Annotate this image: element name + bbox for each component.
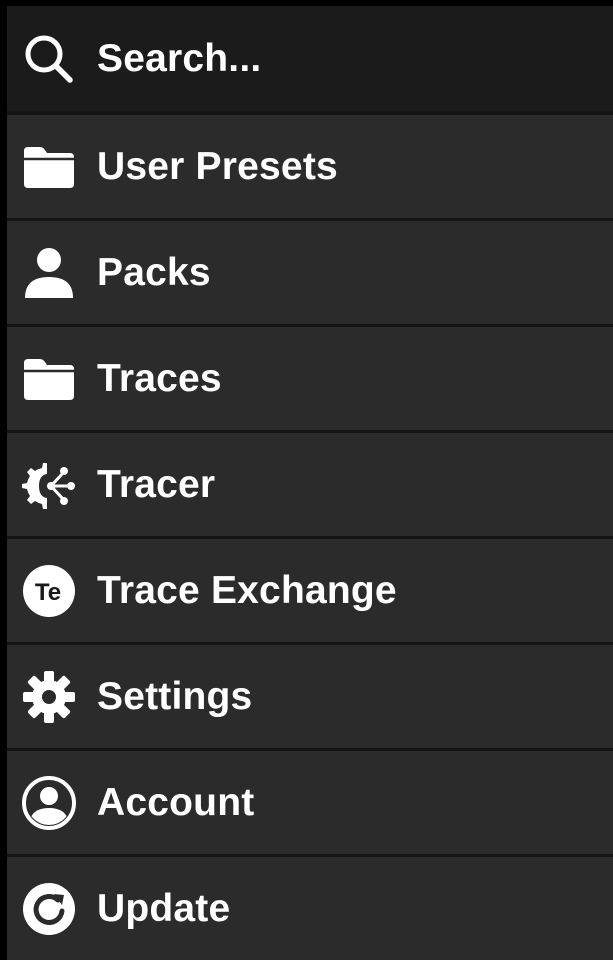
menu-item-packs[interactable]: Packs [7, 221, 613, 324]
menu-item-settings[interactable]: Settings [7, 645, 613, 748]
menu-item-label: Tracer [97, 462, 216, 506]
user-icon [20, 244, 78, 302]
menu-item-label: User Presets [97, 144, 338, 188]
folder-icon [20, 138, 78, 196]
menu-item-account[interactable]: Account [7, 751, 613, 854]
menu-item-label: Traces [97, 356, 222, 400]
menu-item-trace-exchange[interactable]: Te Trace Exchange [7, 539, 613, 642]
menu-item-user-presets[interactable]: User Presets [7, 115, 613, 218]
menu-item-update[interactable]: Update [7, 857, 613, 960]
search-bar[interactable]: Search... [7, 6, 613, 111]
side-menu: Search... User Presets Packs Traces Trac… [7, 6, 613, 960]
menu-item-label: Settings [97, 674, 253, 718]
menu-item-label: Trace Exchange [97, 568, 397, 612]
search-icon [20, 30, 78, 88]
menu-item-traces[interactable]: Traces [7, 327, 613, 430]
menu-item-label: Account [97, 780, 255, 824]
gear-icon [20, 668, 78, 726]
account-circle-icon [20, 774, 78, 832]
folder-icon [20, 350, 78, 408]
trace-exchange-badge: Te [35, 579, 61, 606]
trace-exchange-logo-icon: Te [20, 562, 78, 620]
menu-item-label: Packs [97, 250, 211, 294]
menu-item-tracer[interactable]: Tracer [7, 433, 613, 536]
search-placeholder[interactable]: Search... [97, 37, 261, 81]
tracer-gear-icon [20, 456, 78, 514]
refresh-icon [20, 880, 78, 938]
menu-item-label: Update [97, 886, 231, 930]
